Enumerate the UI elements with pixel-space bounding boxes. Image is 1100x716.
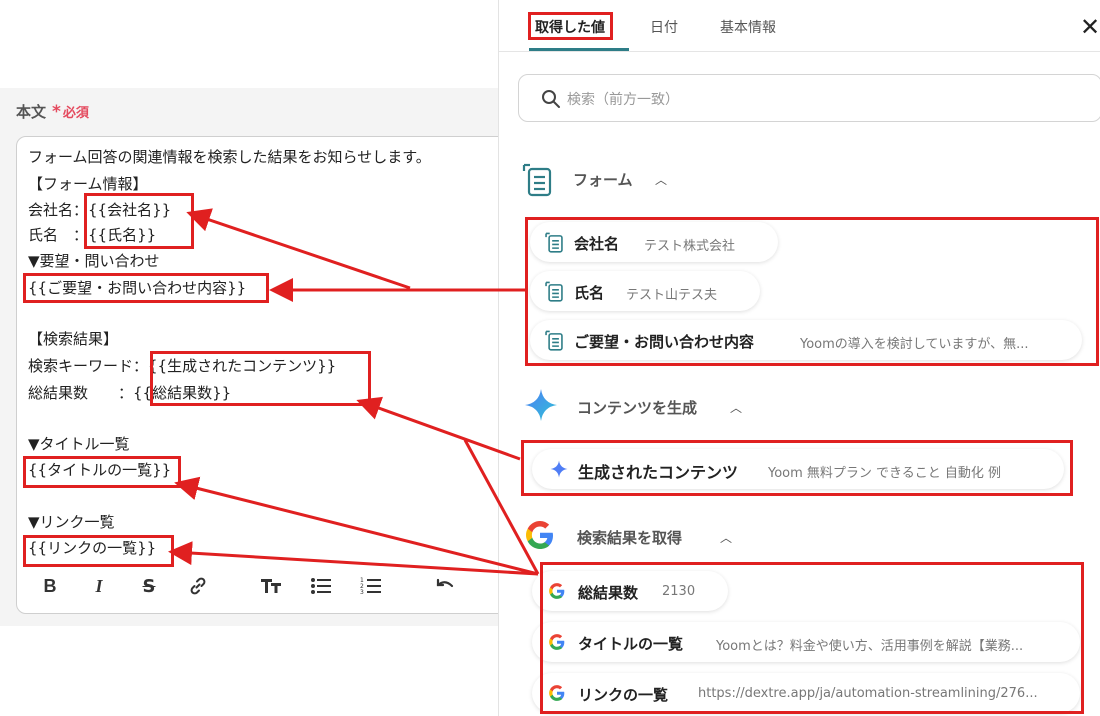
body-label-text: 本文 <box>16 103 47 121</box>
form-icon <box>545 330 563 351</box>
value-chip-preview: Yoomの導入を検討していますが、無... <box>800 337 1029 352</box>
form-icon <box>545 232 563 253</box>
ordered-list-button[interactable]: 123 <box>357 572 385 600</box>
search-icon <box>542 90 560 108</box>
strikethrough-button[interactable]: S <box>135 572 163 600</box>
body-line: 会社名：{{会社名}} <box>28 201 172 219</box>
value-chip-title-list[interactable]: タイトルの一覧 Yoomとは？料金や使い方、活用事例を解説【業務... <box>532 622 1080 662</box>
value-chip-label: タイトルの一覧 <box>578 635 684 653</box>
sparkle-icon <box>525 389 557 421</box>
undo-icon <box>436 578 454 588</box>
body-line: 氏名 ：{{氏名}} <box>28 226 157 244</box>
search-input[interactable]: 検索（前方一致） <box>518 74 1100 122</box>
body-line: {{タイトルの一覧}} <box>28 461 172 479</box>
body-field-label: 本文 * 必須 <box>16 101 89 122</box>
bullet-list-icon <box>311 578 331 594</box>
italic-button[interactable]: I <box>85 572 113 600</box>
chevron-up-icon[interactable]: ︿ <box>720 529 732 546</box>
link-button[interactable] <box>184 572 212 600</box>
text-size-icon <box>261 579 281 593</box>
body-line: 【検索結果】 <box>28 330 119 348</box>
required-star: * <box>52 102 61 122</box>
chevron-up-icon[interactable]: ︿ <box>730 399 742 416</box>
bullet-list-button[interactable] <box>307 572 335 600</box>
bold-button[interactable]: B <box>36 572 64 600</box>
body-line: フォーム回答の関連情報を検索した結果をお知らせします。 <box>28 148 431 166</box>
section-ai-title: コンテンツを生成 <box>577 399 698 417</box>
form-icon <box>545 281 563 302</box>
body-line: 総結果数 ：{{総結果数}} <box>28 384 232 402</box>
google-icon <box>549 634 565 650</box>
message-body-editor[interactable]: フォーム回答の関連情報を検索した結果をお知らせします。 【フォーム情報】 会社名… <box>16 136 516 614</box>
form-icon <box>522 163 552 197</box>
value-chip-preview: Yoomとは？料金や使い方、活用事例を解説【業務... <box>716 639 1024 654</box>
heading-button[interactable] <box>257 572 285 600</box>
value-chip-preview: テスト山テス夫 <box>626 288 718 303</box>
value-chip-label: ご要望・お問い合わせ内容 <box>574 333 755 351</box>
numbered-list-icon: 123 <box>360 577 381 596</box>
svg-text:3: 3 <box>360 589 364 596</box>
value-chip-total-results[interactable]: 総結果数 2130 <box>532 571 728 611</box>
value-chip-preview: Yoom 無料プラン できること 自動化 例 <box>768 466 1002 481</box>
sparkle-icon <box>550 460 568 478</box>
value-chip-link-list[interactable]: リンクの一覧 https://dextre.app/ja/automation-… <box>532 673 1080 713</box>
body-line: 検索キーワード：{{生成されたコンテンツ}} <box>28 357 337 375</box>
close-button[interactable]: ✕ <box>1080 15 1100 39</box>
body-line: {{リンクの一覧}} <box>28 539 157 557</box>
section-google-title: 検索結果を取得 <box>577 529 683 547</box>
tab-divider <box>499 51 1100 52</box>
value-chip-label: 会社名 <box>574 235 620 253</box>
tab-basic-info[interactable]: 基本情報 <box>715 14 781 40</box>
body-line: 【フォーム情報】 <box>28 175 148 193</box>
body-line: ▼タイトル一覧 <box>28 435 130 453</box>
undo-button[interactable] <box>431 572 459 600</box>
value-chip-preview: https://dextre.app/ja/automation-streaml… <box>698 686 1038 701</box>
value-chip-label: 生成されたコンテンツ <box>578 463 739 482</box>
value-chip-label: リンクの一覧 <box>578 686 669 704</box>
value-chip-company[interactable]: 会社名 テスト株式会社 <box>530 222 778 262</box>
value-chip-preview: 2130 <box>662 584 696 599</box>
body-line: ▼リンク一覧 <box>28 513 115 531</box>
tab-acquired-values[interactable]: 取得した値 <box>530 14 610 40</box>
body-line: ▼要望・問い合わせ <box>28 252 160 270</box>
section-form-title: フォーム <box>573 171 633 189</box>
value-chip-label: 総結果数 <box>578 584 639 602</box>
required-text: 必須 <box>62 106 89 121</box>
link-icon <box>190 577 206 595</box>
value-chip-preview: テスト株式会社 <box>644 239 736 254</box>
chevron-up-icon[interactable]: ︿ <box>655 171 667 188</box>
google-icon <box>526 521 553 549</box>
value-chip-inquiry[interactable]: ご要望・お問い合わせ内容 Yoomの導入を検討していますが、無... <box>530 320 1082 360</box>
value-chip-name[interactable]: 氏名 テスト山テス夫 <box>530 271 760 311</box>
tab-date[interactable]: 日付 <box>645 14 683 40</box>
value-chip-label: 氏名 <box>574 284 605 302</box>
google-icon <box>549 583 565 599</box>
body-line: {{ご要望・お問い合わせ内容}} <box>28 279 247 297</box>
google-icon <box>549 685 565 701</box>
search-placeholder: 検索（前方一致） <box>567 92 679 108</box>
value-chip-generated-content[interactable]: 生成されたコンテンツ Yoom 無料プラン できること 自動化 例 <box>532 449 1064 489</box>
